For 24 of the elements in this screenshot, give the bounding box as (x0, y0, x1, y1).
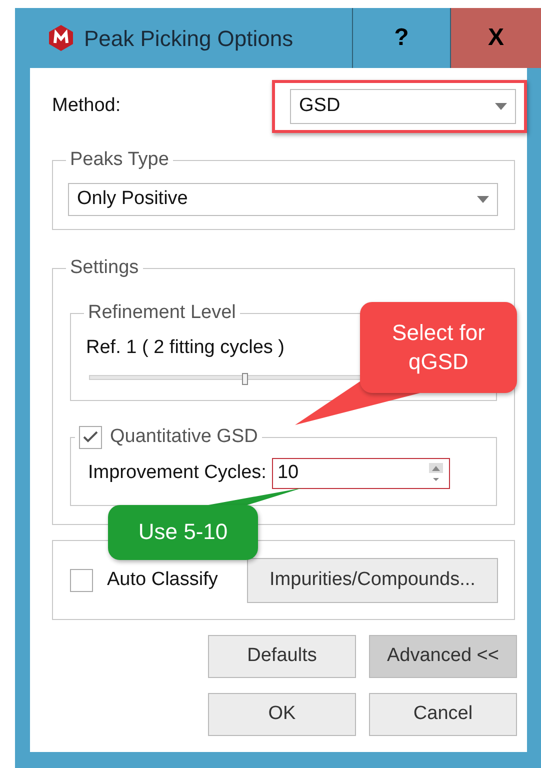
dialog-button[interactable]: OK (208, 693, 356, 736)
dialog-button[interactable]: Defaults (208, 635, 356, 678)
dropdown-caret-icon (495, 103, 507, 110)
close-button[interactable]: X (450, 8, 541, 68)
group-title: Peaks Type (66, 148, 173, 172)
window-title: Peak Picking Options (84, 24, 294, 53)
peaks-type-dropdown[interactable]: Only Positive (68, 183, 498, 216)
checkbox-label: Quantitative GSD (110, 425, 258, 449)
dialog-button[interactable]: Cancel (369, 693, 517, 736)
method-dropdown[interactable]: GSD (290, 89, 516, 124)
dialog-button[interactable]: Advanced << (369, 635, 517, 678)
method-label: Method: (52, 94, 121, 118)
spin-field[interactable]: 10 (272, 458, 450, 489)
checkbox[interactable] (70, 568, 93, 592)
checkbox[interactable] (79, 426, 102, 448)
improvement-cycles-label: Improvement Cycles: (88, 461, 266, 486)
dropdown-caret-icon (477, 196, 489, 203)
group-title: Settings (66, 256, 143, 280)
checkbox-label: Auto Classify (107, 568, 219, 592)
app-logo-icon (48, 25, 74, 51)
impurities-compounds-button[interactable]: Impurities/Compounds... (247, 558, 498, 602)
checkmark-icon (82, 430, 99, 444)
refinement-level-text: Ref. 1 ( 2 fitting cycles ) (86, 336, 286, 360)
slider-thumb[interactable] (242, 372, 248, 384)
